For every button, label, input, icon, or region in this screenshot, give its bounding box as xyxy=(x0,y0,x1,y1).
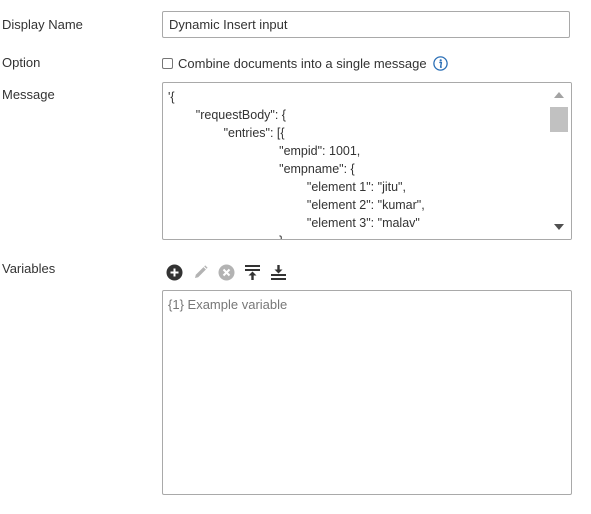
message-textarea[interactable]: '{ "requestBody": { "entries": [{ "empid… xyxy=(162,82,572,240)
message-label: Message xyxy=(2,87,55,102)
variables-toolbar xyxy=(165,262,295,282)
variable-item[interactable]: {1} Example variable xyxy=(168,297,566,312)
add-circle-icon[interactable] xyxy=(165,263,183,281)
scroll-up-arrow-icon[interactable] xyxy=(554,92,564,98)
pencil-edit-icon[interactable] xyxy=(191,263,209,281)
move-to-top-icon[interactable] xyxy=(243,263,261,281)
delete-x-circle-icon[interactable] xyxy=(217,263,235,281)
move-to-bottom-icon[interactable] xyxy=(269,263,287,281)
message-content[interactable]: '{ "requestBody": { "entries": [{ "empid… xyxy=(168,88,425,239)
info-icon[interactable] xyxy=(432,55,448,71)
scroll-thumb[interactable] xyxy=(550,107,568,132)
combine-documents-label[interactable]: Combine documents into a single message xyxy=(178,56,427,71)
display-name-input[interactable]: Dynamic Insert input xyxy=(162,11,570,38)
variables-label: Variables xyxy=(2,261,56,276)
variables-list[interactable]: {1} Example variable xyxy=(162,290,572,495)
scroll-down-arrow-icon[interactable] xyxy=(554,224,564,230)
combine-documents-checkbox[interactable] xyxy=(162,57,173,69)
combine-documents-option[interactable]: Combine documents into a single message xyxy=(162,53,448,73)
message-scrollbar[interactable] xyxy=(547,83,571,239)
option-label: Option xyxy=(2,55,41,70)
display-name-label: Display Name xyxy=(2,17,83,32)
